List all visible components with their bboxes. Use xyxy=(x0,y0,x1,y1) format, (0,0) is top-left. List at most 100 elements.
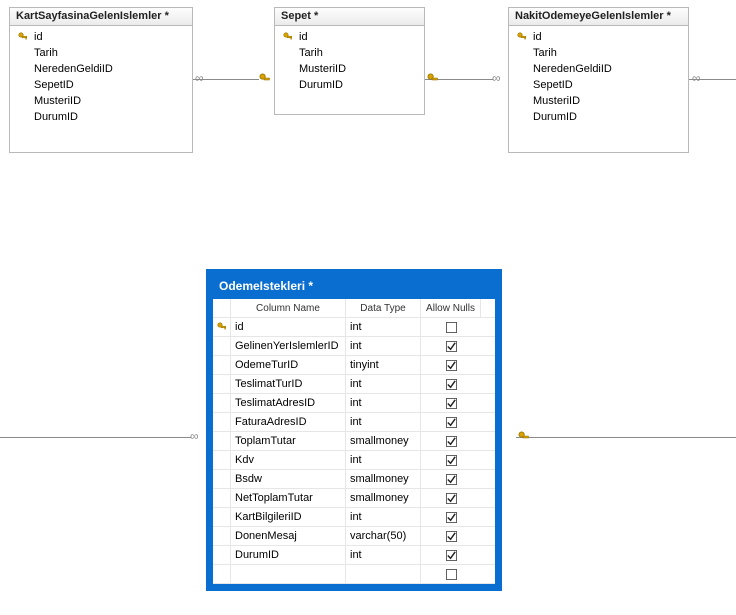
column-name: DurumID xyxy=(295,79,418,91)
column-type[interactable]: smallmoney xyxy=(346,489,421,507)
table-row[interactable]: Tarih xyxy=(279,45,420,61)
table-row[interactable]: MusteriID xyxy=(513,93,684,109)
table-row[interactable]: SepetID xyxy=(513,77,684,93)
table-kart[interactable]: KartSayfasinaGelenIslemler * id Tarih Ne… xyxy=(9,7,193,153)
column-type[interactable]: int xyxy=(346,337,421,355)
pk-key-icon xyxy=(16,32,30,42)
column-name[interactable]: NetToplamTutar xyxy=(231,489,346,507)
designer-row[interactable]: GelinenYerIslemlerIDint xyxy=(213,337,495,356)
designer-row[interactable]: DurumIDint xyxy=(213,546,495,565)
table-row[interactable]: DurumID xyxy=(513,109,684,125)
table-nakit[interactable]: NakitOdemeyeGelenIslemler * id Tarih Ner… xyxy=(508,7,689,153)
column-name: id xyxy=(295,31,418,43)
allow-nulls-checkbox[interactable] xyxy=(421,356,481,374)
column-type[interactable] xyxy=(346,565,421,583)
column-type[interactable]: int xyxy=(346,451,421,469)
allow-nulls-checkbox[interactable] xyxy=(421,508,481,526)
table-nakit-title[interactable]: NakitOdemeyeGelenIslemler * xyxy=(509,8,688,26)
table-odemeistekleri[interactable]: OdemeIstekleri * Column Name Data Type A… xyxy=(206,269,502,591)
designer-row[interactable]: TeslimatTurIDint xyxy=(213,375,495,394)
allow-nulls-checkbox[interactable] xyxy=(421,413,481,431)
table-row[interactable]: Tarih xyxy=(513,45,684,61)
row-gutter xyxy=(213,470,231,488)
designer-row[interactable]: OdemeTurIDtinyint xyxy=(213,356,495,375)
allow-nulls-checkbox[interactable] xyxy=(421,489,481,507)
table-kart-title[interactable]: KartSayfasinaGelenIslemler * xyxy=(10,8,192,26)
relationship-line xyxy=(516,437,736,438)
allow-nulls-checkbox[interactable] xyxy=(421,375,481,393)
column-name[interactable]: Kdv xyxy=(231,451,346,469)
header-data-type: Data Type xyxy=(346,299,421,317)
table-odemeistekleri-title[interactable]: OdemeIstekleri * xyxy=(213,276,495,299)
allow-nulls-checkbox[interactable] xyxy=(421,318,481,336)
column-name[interactable]: GelinenYerIslemlerID xyxy=(231,337,346,355)
allow-nulls-checkbox[interactable] xyxy=(421,394,481,412)
allow-nulls-checkbox[interactable] xyxy=(421,337,481,355)
designer-row[interactable]: NetToplamTutarsmallmoney xyxy=(213,489,495,508)
table-row[interactable]: DurumID xyxy=(279,77,420,93)
column-type[interactable]: int xyxy=(346,508,421,526)
header-allow-nulls: Allow Nulls xyxy=(421,299,481,317)
column-name: Tarih xyxy=(295,47,418,59)
column-type[interactable]: tinyint xyxy=(346,356,421,374)
table-row[interactable]: MusteriID xyxy=(279,61,420,77)
column-name: NeredenGeldiID xyxy=(30,63,186,75)
designer-row[interactable]: Kdvint xyxy=(213,451,495,470)
header-column-name: Column Name xyxy=(231,299,346,317)
column-type[interactable]: int xyxy=(346,413,421,431)
table-row[interactable]: id xyxy=(513,29,684,45)
table-row[interactable]: DurumID xyxy=(14,109,188,125)
designer-row[interactable]: TeslimatAdresIDint xyxy=(213,394,495,413)
column-type[interactable]: varchar(50) xyxy=(346,527,421,545)
designer-row[interactable]: DonenMesajvarchar(50) xyxy=(213,527,495,546)
column-name[interactable]: FaturaAdresID xyxy=(231,413,346,431)
column-name[interactable]: DurumID xyxy=(231,546,346,564)
table-sepet[interactable]: Sepet * id Tarih MusteriID DurumID xyxy=(274,7,425,115)
svg-text:∞: ∞ xyxy=(692,71,701,85)
designer-row[interactable]: Bsdwsmallmoney xyxy=(213,470,495,489)
allow-nulls-checkbox[interactable] xyxy=(421,451,481,469)
designer-row[interactable]: FaturaAdresIDint xyxy=(213,413,495,432)
column-name[interactable]: KartBilgileriID xyxy=(231,508,346,526)
row-gutter xyxy=(213,356,231,374)
column-type[interactable]: smallmoney xyxy=(346,470,421,488)
table-row[interactable]: NeredenGeldiID xyxy=(513,61,684,77)
table-row[interactable]: NeredenGeldiID xyxy=(14,61,188,77)
row-gutter xyxy=(213,432,231,450)
row-gutter xyxy=(213,565,231,583)
row-gutter xyxy=(213,394,231,412)
pk-key-icon xyxy=(281,32,295,42)
allow-nulls-checkbox[interactable] xyxy=(421,527,481,545)
column-name[interactable] xyxy=(231,565,346,583)
column-type[interactable]: int xyxy=(346,394,421,412)
allow-nulls-checkbox[interactable] xyxy=(421,470,481,488)
designer-row[interactable] xyxy=(213,565,495,584)
table-sepet-title[interactable]: Sepet * xyxy=(275,8,424,26)
pk-key-icon xyxy=(213,318,231,336)
column-type[interactable]: int xyxy=(346,318,421,336)
column-type[interactable]: smallmoney xyxy=(346,432,421,450)
rel-key-icon xyxy=(518,431,530,446)
designer-row[interactable]: KartBilgileriIDint xyxy=(213,508,495,527)
column-name[interactable]: OdemeTurID xyxy=(231,356,346,374)
column-type[interactable]: int xyxy=(346,546,421,564)
column-name[interactable]: TeslimatTurID xyxy=(231,375,346,393)
column-name: id xyxy=(529,31,682,43)
allow-nulls-checkbox[interactable] xyxy=(421,546,481,564)
column-name[interactable]: ToplamTutar xyxy=(231,432,346,450)
column-type[interactable]: int xyxy=(346,375,421,393)
column-name[interactable]: TeslimatAdresID xyxy=(231,394,346,412)
column-name[interactable]: id xyxy=(231,318,346,336)
allow-nulls-checkbox[interactable] xyxy=(421,565,481,583)
column-name[interactable]: DonenMesaj xyxy=(231,527,346,545)
designer-row[interactable]: idint xyxy=(213,318,495,337)
row-gutter xyxy=(213,375,231,393)
table-row[interactable]: id xyxy=(14,29,188,45)
table-row[interactable]: MusteriID xyxy=(14,93,188,109)
table-row[interactable]: id xyxy=(279,29,420,45)
allow-nulls-checkbox[interactable] xyxy=(421,432,481,450)
table-row[interactable]: Tarih xyxy=(14,45,188,61)
table-row[interactable]: SepetID xyxy=(14,77,188,93)
designer-row[interactable]: ToplamTutarsmallmoney xyxy=(213,432,495,451)
column-name[interactable]: Bsdw xyxy=(231,470,346,488)
